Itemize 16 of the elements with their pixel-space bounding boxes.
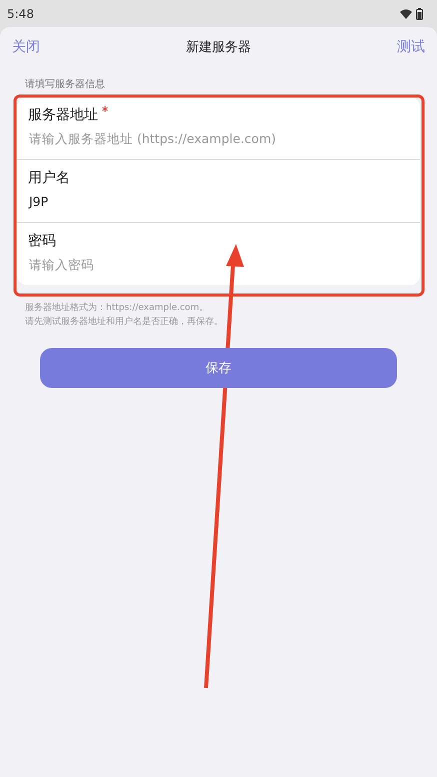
input-field[interactable]: 请输入密码 [28, 253, 408, 277]
section-label: 请填写服务器信息 [25, 78, 106, 91]
close-button[interactable]: 关闭 [12, 38, 40, 56]
field-label: 服务器地址 [28, 106, 98, 124]
field-label: 用户名 [28, 169, 70, 187]
hint-text: 服务器地址格式为：https://example.com。 [25, 302, 210, 314]
input-field[interactable]: J9P [28, 190, 408, 214]
input-field[interactable]: 请输入服务器地址 (https://example.com) [28, 127, 408, 151]
test-button[interactable]: 测试 [397, 38, 425, 56]
save-button[interactable]: 保存 [40, 348, 397, 388]
wifi-icon [400, 8, 412, 18]
field-label: 密码 [28, 232, 56, 250]
hint-text: 请先测试服务器地址和用户名是否正确，再保存。 [25, 316, 224, 328]
battery-icon [416, 8, 423, 20]
status-time: 5:48 [7, 6, 34, 20]
dialog-title: 新建服务器 [186, 39, 251, 56]
